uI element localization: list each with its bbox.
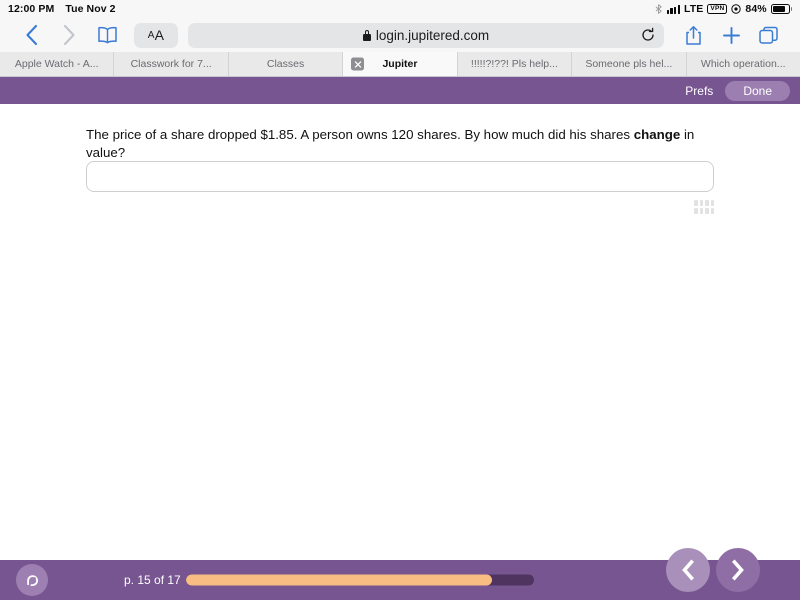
browser-tab-1[interactable]: Classwork for 7... [114, 52, 229, 76]
tab-close-icon[interactable] [351, 57, 365, 71]
vpn-badge-icon: VPN [707, 4, 728, 14]
browser-tab-label: Apple Watch - A... [14, 58, 99, 70]
quiz-content-area: The price of a share dropped $1.85. A pe… [0, 104, 800, 552]
progress-bar-fill [186, 574, 493, 586]
answer-field-wrapper [86, 161, 714, 192]
network-label: LTE [684, 3, 704, 15]
app-header-bar: Prefs Done [0, 77, 800, 104]
browser-tab-label: !!!!!?!??! Pls help... [470, 58, 558, 70]
jupiter-logo-icon [16, 564, 48, 596]
tab-strip: Apple Watch - A... Classwork for 7... Cl… [0, 52, 800, 77]
bluetooth-icon [654, 4, 663, 14]
share-icon[interactable] [674, 20, 712, 50]
prefs-button[interactable]: Prefs [676, 81, 722, 101]
forward-button[interactable] [50, 20, 88, 50]
address-bar[interactable]: login.jupitered.com [188, 22, 664, 48]
status-bar: 12:00 PM Tue Nov 2 LTE VPN 84% [0, 0, 800, 18]
text-size-button[interactable]: AA [134, 22, 178, 48]
status-time: 12:00 PM [8, 3, 55, 15]
address-bar-content: login.jupitered.com [362, 27, 490, 43]
question-text: The price of a share dropped $1.85. A pe… [86, 126, 730, 162]
browser-tab-4[interactable]: !!!!!?!??! Pls help... [458, 52, 573, 76]
browser-tab-0[interactable]: Apple Watch - A... [0, 52, 115, 76]
new-tab-button[interactable] [712, 20, 750, 50]
address-bar-url: login.jupitered.com [375, 27, 490, 43]
next-page-button[interactable] [716, 548, 760, 592]
back-button[interactable] [12, 20, 50, 50]
battery-percent: 84% [745, 3, 767, 15]
resize-grip-icon[interactable] [694, 200, 714, 214]
battery-icon [770, 4, 792, 14]
browser-tab-6[interactable]: Which operation... [687, 52, 800, 76]
status-date: Tue Nov 2 [65, 3, 116, 15]
question-text-part1: The price of a share dropped $1.85. A pe… [86, 127, 634, 142]
text-size-large-label: A [154, 27, 165, 43]
browser-tab-label: Jupiter [382, 58, 418, 70]
question-text-emphasis: change [633, 127, 681, 142]
tabs-overview-button[interactable] [750, 20, 788, 50]
browser-tab-label: Someone pls hel... [585, 58, 673, 70]
location-icon [731, 4, 742, 14]
footer-bar: p. 15 of 17 [0, 548, 800, 600]
browser-tab-3-active[interactable]: Jupiter [343, 52, 458, 76]
progress-bar [186, 574, 534, 586]
browser-tab-label: Which operation... [700, 58, 786, 70]
browser-tab-2[interactable]: Classes [229, 52, 344, 76]
status-bar-right: LTE VPN 84% [654, 3, 792, 15]
page-indicator: p. 15 of 17 [124, 573, 181, 587]
status-bar-left: 12:00 PM Tue Nov 2 [8, 3, 116, 15]
browser-tab-label: Classes [266, 58, 305, 70]
answer-input[interactable] [86, 161, 714, 192]
browser-tab-5[interactable]: Someone pls hel... [572, 52, 687, 76]
browser-toolbar: AA login.jupitered.com [0, 18, 800, 52]
previous-page-button[interactable] [666, 548, 710, 592]
done-button[interactable]: Done [725, 80, 790, 101]
text-size-small-label: A [147, 29, 155, 41]
signal-bars-icon [666, 4, 681, 14]
browser-tab-label: Classwork for 7... [130, 58, 212, 70]
lock-icon [362, 29, 371, 41]
reload-icon[interactable] [641, 27, 655, 43]
bookmarks-icon[interactable] [88, 20, 126, 50]
